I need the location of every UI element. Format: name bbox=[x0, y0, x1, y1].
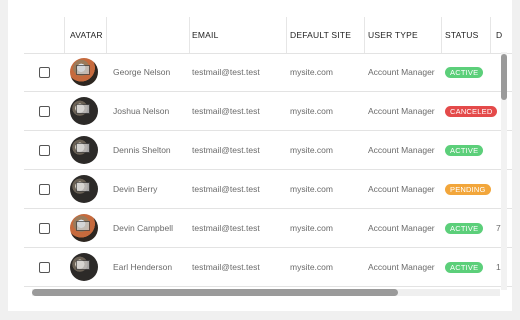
table-row[interactable]: Devin Campbell testmail@test.test mysite… bbox=[24, 209, 512, 248]
default-site-column-header[interactable]: DEFAULT SITE bbox=[290, 17, 368, 53]
user-email: testmail@test.test bbox=[192, 145, 260, 155]
status-badge: PENDING bbox=[445, 183, 491, 195]
users-table-panel: AVATAR EMAIL DEFAULT SITE USER TYPE STAT… bbox=[8, 0, 512, 311]
table-header: AVATAR EMAIL DEFAULT SITE USER TYPE STAT… bbox=[24, 17, 512, 54]
user-name: Dennis Shelton bbox=[113, 145, 171, 155]
user-default-site: mysite.com bbox=[290, 145, 333, 155]
row-checkbox[interactable] bbox=[38, 222, 50, 234]
user-type: Account Manager bbox=[368, 223, 435, 233]
row-checkbox[interactable] bbox=[38, 66, 50, 78]
user-type: Account Manager bbox=[368, 262, 435, 272]
user-type: Account Manager bbox=[368, 106, 435, 116]
user-email: testmail@test.test bbox=[192, 106, 260, 116]
avatar bbox=[70, 253, 98, 281]
vertical-scrollbar-thumb[interactable] bbox=[501, 54, 507, 100]
user-email: testmail@test.test bbox=[192, 262, 260, 272]
user-name: Devin Berry bbox=[113, 184, 158, 194]
table-body: George Nelson testmail@test.test mysite.… bbox=[24, 53, 512, 287]
status-badge: CANCELED bbox=[445, 105, 498, 117]
user-type-column-header[interactable]: USER TYPE bbox=[368, 17, 446, 53]
status-badge: ACTIVE bbox=[445, 261, 484, 273]
user-type: Account Manager bbox=[368, 184, 435, 194]
status-badge: ACTIVE bbox=[445, 66, 484, 78]
horizontal-scrollbar[interactable] bbox=[32, 289, 500, 296]
user-type: Account Manager bbox=[368, 145, 435, 155]
user-default-site: mysite.com bbox=[290, 67, 333, 77]
avatar bbox=[70, 214, 98, 242]
user-email: testmail@test.test bbox=[192, 67, 260, 77]
row-checkbox[interactable] bbox=[38, 144, 50, 156]
user-name: Joshua Nelson bbox=[113, 106, 170, 116]
users-table: AVATAR EMAIL DEFAULT SITE USER TYPE STAT… bbox=[24, 17, 512, 287]
email-column-header[interactable]: EMAIL bbox=[192, 17, 288, 53]
truncated-column-header[interactable]: D bbox=[496, 17, 512, 53]
user-default-site: mysite.com bbox=[290, 106, 333, 116]
table-row[interactable]: Joshua Nelson testmail@test.test mysite.… bbox=[24, 92, 512, 131]
vertical-scrollbar[interactable] bbox=[501, 52, 507, 290]
row-checkbox[interactable] bbox=[38, 183, 50, 195]
status-column-header[interactable]: STATUS bbox=[445, 17, 495, 53]
user-name: George Nelson bbox=[113, 67, 171, 77]
row-checkbox[interactable] bbox=[38, 261, 50, 273]
avatar bbox=[70, 136, 98, 164]
table-row[interactable]: Earl Henderson testmail@test.test mysite… bbox=[24, 248, 512, 287]
table-row[interactable]: Devin Berry testmail@test.test mysite.co… bbox=[24, 170, 512, 209]
avatar-column-header[interactable]: AVATAR bbox=[70, 17, 110, 53]
user-name: Earl Henderson bbox=[113, 262, 173, 272]
horizontal-scrollbar-thumb[interactable] bbox=[32, 289, 398, 296]
table-row[interactable]: Dennis Shelton testmail@test.test mysite… bbox=[24, 131, 512, 170]
status-badge: ACTIVE bbox=[445, 144, 484, 156]
user-default-site: mysite.com bbox=[290, 223, 333, 233]
user-name: Devin Campbell bbox=[113, 223, 173, 233]
select-column-header bbox=[24, 17, 64, 53]
user-default-site: mysite.com bbox=[290, 262, 333, 272]
status-badge: ACTIVE bbox=[445, 222, 484, 234]
user-email: testmail@test.test bbox=[192, 223, 260, 233]
avatar bbox=[70, 175, 98, 203]
user-type: Account Manager bbox=[368, 67, 435, 77]
user-email: testmail@test.test bbox=[192, 184, 260, 194]
row-checkbox[interactable] bbox=[38, 105, 50, 117]
avatar bbox=[70, 58, 98, 86]
user-default-site: mysite.com bbox=[290, 184, 333, 194]
avatar bbox=[70, 97, 98, 125]
table-row[interactable]: George Nelson testmail@test.test mysite.… bbox=[24, 53, 512, 92]
